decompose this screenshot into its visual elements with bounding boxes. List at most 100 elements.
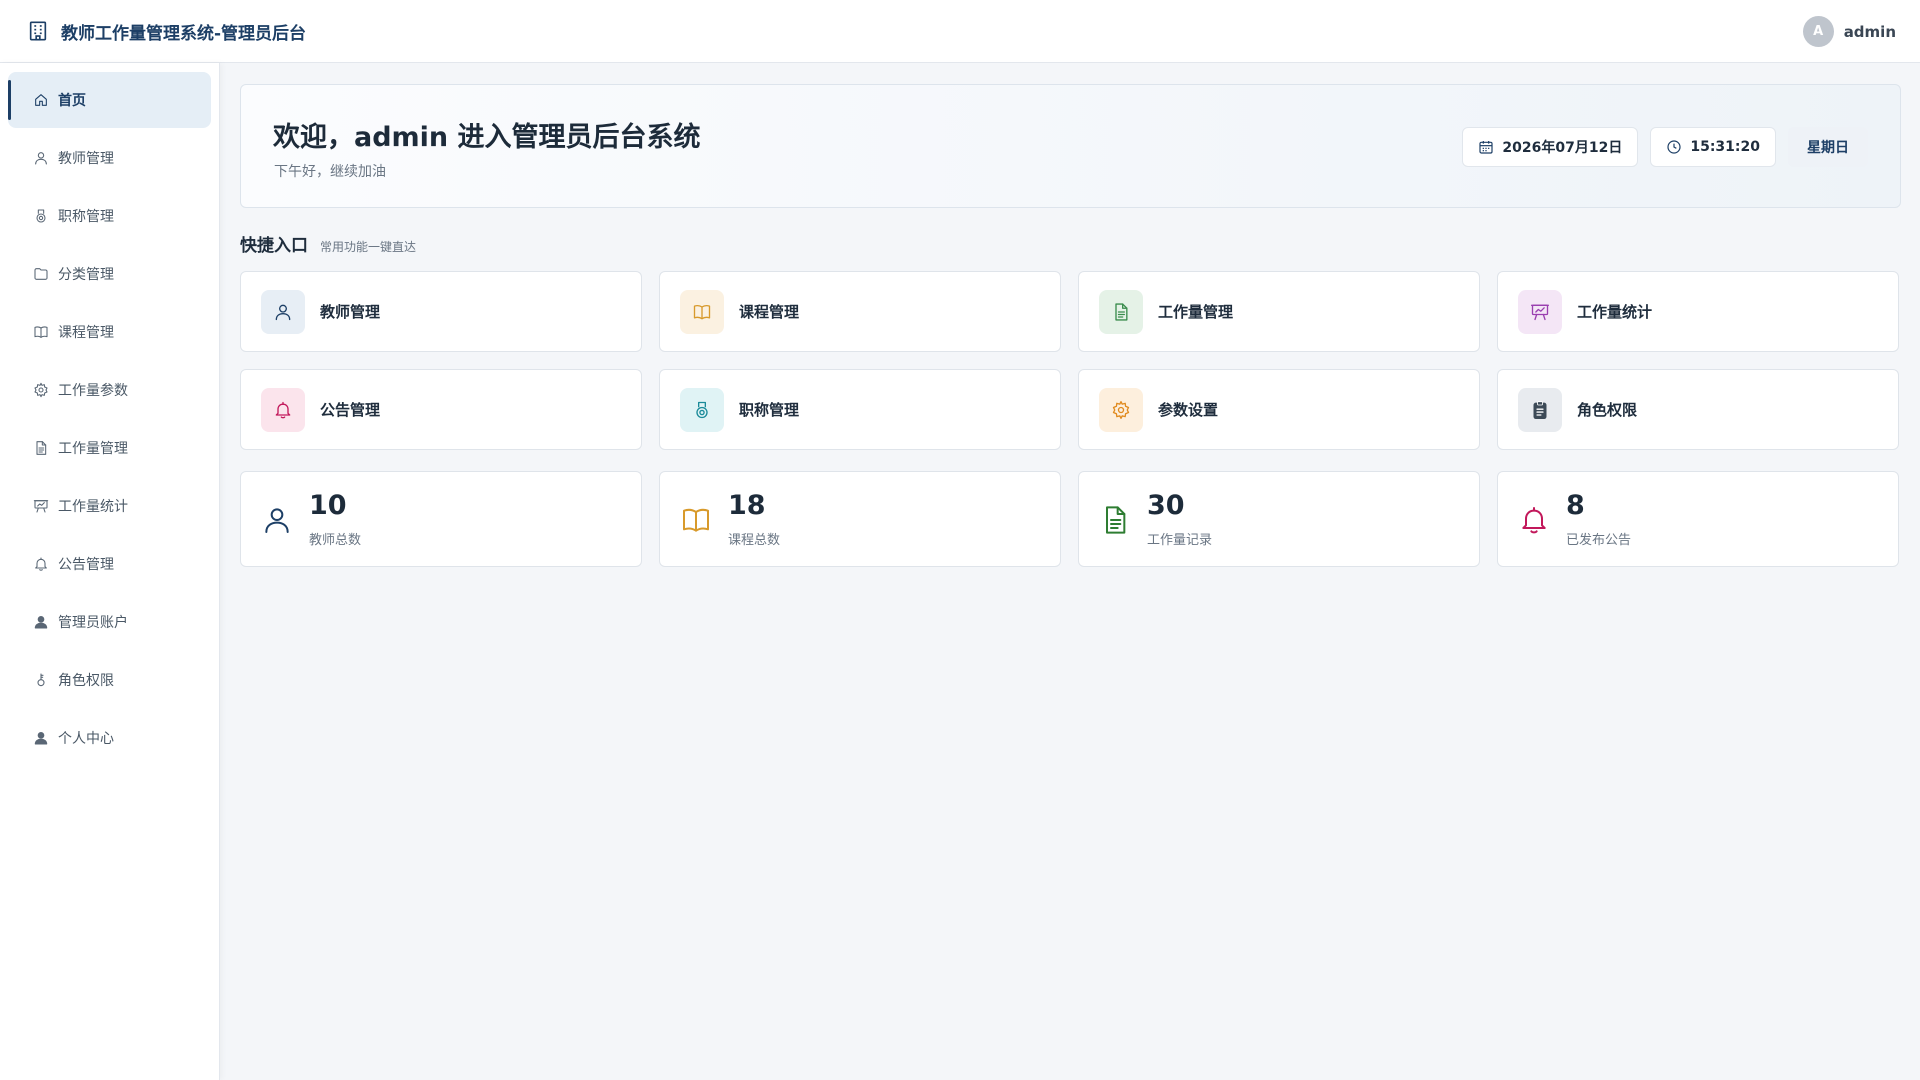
sidebar-item-label: 角色权限 (58, 673, 114, 689)
avatar[interactable]: A (1802, 16, 1834, 47)
sidebar-item-icon (32, 556, 49, 573)
sidebar-item-icon (32, 92, 49, 109)
stat-label: 工作量记录 (1147, 533, 1213, 548)
quick-card-7[interactable]: 角色权限 (1497, 369, 1899, 450)
stat-value: 18 (728, 490, 766, 521)
datetime-chips: 2026年07月12日 15:31:20 星期日 (1450, 127, 1868, 167)
quick-card-label: 教师管理 (320, 303, 381, 321)
welcome-subtitle: 下午好，继续加油 (274, 164, 386, 180)
sidebar-item-6[interactable]: 工作量管理 (8, 420, 211, 476)
sidebar-item-2[interactable]: 职称管理 (8, 188, 211, 244)
sidebar-item-7[interactable]: 工作量统计 (8, 478, 211, 534)
quick-card-4[interactable]: 公告管理 (240, 369, 642, 450)
welcome-banner: 欢迎，admin 进入管理员后台系统 下午好，继续加油 2026年07月12日 … (240, 84, 1901, 208)
sidebar-item-label: 首页 (58, 93, 86, 109)
sidebar-item-label: 管理员账户 (58, 615, 128, 631)
home-icon (34, 94, 47, 106)
clipboard-icon (1533, 400, 1547, 419)
person-filled-icon (34, 616, 47, 629)
stat-card-icon (261, 504, 293, 536)
sidebar-item-5[interactable]: 工作量参数 (8, 362, 211, 418)
quick-card-5[interactable]: 职称管理 (659, 369, 1061, 450)
sidebar-item-icon (32, 498, 49, 515)
sidebar-item-9[interactable]: 管理员账户 (8, 594, 211, 650)
top-header: 教师工作量管理系统-管理员后台 A admin (0, 0, 1920, 63)
book-icon (693, 304, 711, 319)
weekday-chip: 星期日 (1788, 127, 1868, 167)
medal-icon (696, 401, 708, 418)
medal-icon (35, 209, 46, 223)
quick-card-icon (1099, 289, 1143, 334)
sidebar-item-10[interactable]: 角色权限 (8, 652, 211, 708)
document-icon (35, 441, 46, 455)
stat-value: 30 (1147, 490, 1185, 521)
time-text: 15:31:20 (1690, 139, 1760, 155)
quick-card-6[interactable]: 参数设置 (1078, 369, 1480, 450)
stat-card-3: 8 已发布公告 (1497, 471, 1899, 567)
sidebar-item-icon (32, 150, 49, 167)
date-chip: 2026年07月12日 (1462, 127, 1639, 167)
user-menu[interactable]: A admin (1802, 16, 1896, 47)
quick-card-icon (1518, 289, 1562, 334)
quick-card-label: 公告管理 (320, 401, 381, 419)
sidebar-item-4[interactable]: 课程管理 (8, 304, 211, 360)
calendar-icon (1479, 141, 1494, 154)
sidebar-item-label: 职称管理 (58, 209, 114, 225)
weekday-text: 星期日 (1807, 140, 1849, 156)
stats-grid: 10 教师总数 18 课程总数 30 工作量记录 8 已发布公告 (240, 471, 1901, 567)
sidebar-nav: 首页教师管理职称管理分类管理 课程管理工作量参数工作量管理工作量统计公告管理管理员… (0, 63, 219, 766)
sidebar-item-11[interactable]: 个人中心 (8, 710, 211, 766)
brand[interactable]: 教师工作量管理系统-管理员后台 (27, 19, 306, 44)
person-filled-icon (34, 732, 47, 745)
time-chip: 15:31:20 (1650, 127, 1776, 167)
quick-card-3[interactable]: 工作量统计 (1497, 271, 1899, 352)
sidebar-item-icon (32, 208, 49, 225)
quick-section-subtitle: 常用功能一键直达 (320, 240, 417, 254)
gear-icon (1112, 400, 1130, 419)
quick-card-label: 工作量管理 (1158, 303, 1234, 321)
bell-icon (275, 401, 291, 418)
document-icon (1115, 302, 1128, 321)
sidebar-item-label: 工作量参数 (58, 383, 128, 399)
stat-card-icon (1518, 504, 1550, 536)
main-content: 欢迎，admin 进入管理员后台系统 下午好，继续加油 2026年07月12日 … (240, 84, 1901, 567)
folder-icon (33, 268, 48, 280)
sidebar-item-icon (32, 730, 49, 747)
sidebar-item-icon (32, 672, 49, 689)
user-icon (275, 304, 291, 320)
sidebar-item-label: 工作量管理 (58, 441, 128, 457)
quick-card-label: 参数设置 (1158, 401, 1219, 419)
quick-card-icon (261, 387, 305, 432)
username[interactable]: admin (1844, 23, 1896, 41)
stat-label: 教师总数 (309, 533, 362, 548)
quick-card-2[interactable]: 工作量管理 (1078, 271, 1480, 352)
quick-section-title: 快捷入口 (240, 236, 308, 256)
document-icon (1106, 506, 1126, 534)
quick-card-icon (680, 387, 724, 432)
sidebar-item-8[interactable]: 公告管理 (8, 536, 211, 592)
sidebar-item-3[interactable]: 分类管理 (8, 246, 211, 302)
stat-value: 8 (1566, 490, 1585, 521)
stat-card-2: 30 工作量记录 (1078, 471, 1480, 567)
stat-card-1: 18 课程总数 (659, 471, 1061, 567)
sidebar-item-icon (32, 324, 49, 341)
gear-icon (33, 382, 48, 398)
key-icon (36, 673, 45, 687)
quick-card-icon (1518, 387, 1562, 432)
quick-card-label: 职称管理 (739, 401, 800, 419)
sidebar-item-label: 个人中心 (58, 731, 114, 747)
stat-label: 课程总数 (728, 533, 781, 548)
sidebar-item-icon (32, 382, 49, 399)
book-icon (683, 508, 709, 532)
quick-card-0[interactable]: 教师管理 (240, 271, 642, 352)
sidebar-item-label: 工作量统计 (58, 499, 128, 515)
quick-card-1[interactable]: 课程管理 (659, 271, 1061, 352)
presentation-icon (33, 500, 48, 513)
sidebar-item-0[interactable]: 首页 (8, 72, 211, 128)
sidebar-item-label: 公告管理 (58, 557, 114, 573)
building-icon (29, 21, 47, 41)
stat-card-icon (680, 504, 712, 536)
sidebar-item-1[interactable]: 教师管理 (8, 130, 211, 186)
quick-entry-grid: 教师管理 课程管理 工作量管理 工作量统计公告管理 职称管理 参数设置 角色权限 (240, 271, 1901, 450)
sidebar-item-icon (32, 614, 49, 631)
